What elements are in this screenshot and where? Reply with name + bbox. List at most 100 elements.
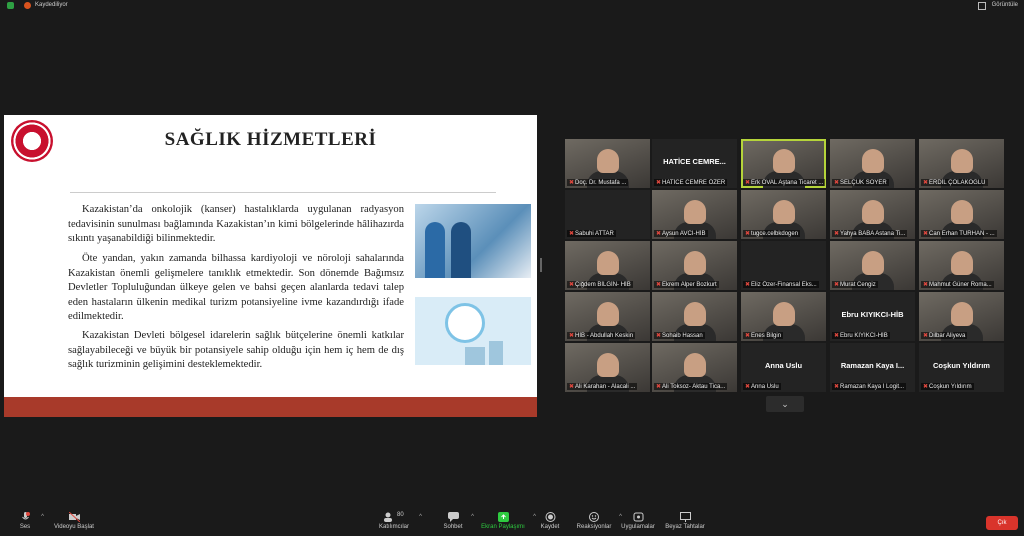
muted-mic-icon: ✖ xyxy=(745,282,751,288)
participant-tile[interactable]: ✖ERDİL ÇOLAKOĞLU xyxy=(919,139,1004,188)
participant-tile[interactable]: ✖tugce.celbkdogen xyxy=(741,190,826,239)
audio-label: Ses xyxy=(19,524,31,530)
audio-options-caret[interactable]: ^ xyxy=(41,514,44,520)
participant-name: Coşkun Yıldırım xyxy=(929,384,972,390)
apps-button[interactable]: Uygulamalar xyxy=(620,512,656,536)
participant-tile[interactable]: ✖Enes Bilgin xyxy=(741,292,826,341)
participant-tile[interactable]: ✖Erk OVAL Aştana Ticaret ... xyxy=(741,139,826,188)
participant-video xyxy=(597,251,619,275)
record-button[interactable]: Kaydet xyxy=(538,512,562,536)
participants-options-caret[interactable]: ^ xyxy=(419,514,422,520)
slide-footer-band xyxy=(4,397,537,417)
participant-tile[interactable]: ✖Çiğdem BİLGİN- HİB xyxy=(565,241,650,290)
video-label: Videoyu Başlat xyxy=(54,524,94,530)
participant-tile[interactable]: Ebru KIYIKCI-HİB ✖Ebru KIYIKCI-HİB xyxy=(830,292,915,341)
recording-label: Kaydediliyor xyxy=(35,2,68,8)
audio-button[interactable]: Ses ^ xyxy=(16,512,44,536)
healthcare-illustration xyxy=(415,297,531,365)
start-video-button[interactable]: Videoyu Başlat xyxy=(52,512,96,536)
shield-icon[interactable] xyxy=(7,2,14,9)
chat-button[interactable]: Sohbet ^ xyxy=(442,512,474,536)
participant-name-caption: ✖Mahmut Güner Roma... xyxy=(921,281,994,288)
chevron-down-icon[interactable]: ⌄ xyxy=(766,396,804,412)
view-icon[interactable] xyxy=(978,2,986,10)
muted-mic-icon: ✖ xyxy=(656,231,662,237)
participant-tile[interactable]: ✖Sabuhi ATTAR xyxy=(565,190,650,239)
participant-tile[interactable]: ✖Sohaib Hassan xyxy=(652,292,737,341)
participant-name-caption: ✖Sohaib Hassan xyxy=(654,332,705,339)
view-button[interactable]: Görüntüle xyxy=(992,2,1018,8)
participant-name: Ebru KIYIKCI-HİB xyxy=(840,333,888,339)
participant-name-caption: ✖Doç. Dr. Mustafa ... xyxy=(567,179,629,186)
reactions-button[interactable]: Reaksiyonlar ^ xyxy=(576,512,622,536)
participant-name-caption: ✖Can Erhan TURHAN - ... xyxy=(921,230,997,237)
participant-name: Çiğdem BİLGİN- HİB xyxy=(575,282,631,288)
participant-name: Erk OVAL Aştana Ticaret ... xyxy=(751,180,824,186)
participant-name: Mahmut Güner Roma... xyxy=(929,282,992,288)
participant-name-caption: ✖SELÇUK SOYER xyxy=(832,179,889,186)
slide-paragraph-1: Kazakistan’da onkolojik (kanser) hastalı… xyxy=(68,204,404,244)
muted-mic-icon: ✖ xyxy=(569,282,575,288)
muted-mic-icon: ✖ xyxy=(569,333,575,339)
participant-tile[interactable]: Ramazan Kaya I... ✖Ramazan Kaya I Logit..… xyxy=(830,343,915,392)
slide-paragraph-2: Öte yandan, yakın zamanda bilhassa kardi… xyxy=(68,253,404,322)
participant-name: Ramazan Kaya I Logit... xyxy=(840,384,905,390)
video-off-icon xyxy=(68,512,80,522)
participant-tile[interactable]: ✖Doç. Dr. Mustafa ... xyxy=(565,139,650,188)
muted-mic-icon: ✖ xyxy=(745,384,751,390)
participant-name: Doç. Dr. Mustafa ... xyxy=(575,180,627,186)
participant-name-caption: ✖Ali Karahan - Alacali ... xyxy=(567,383,638,390)
leave-button[interactable]: Çık xyxy=(986,516,1018,530)
participant-tile[interactable]: ✖Murat Cengiz xyxy=(830,241,915,290)
slide-paragraph-3: Kazakistan Devleti bölgesel idarelerin s… xyxy=(68,330,404,370)
participant-name-caption: ✖Murat Cengiz xyxy=(832,281,878,288)
record-icon xyxy=(545,512,555,522)
chat-label: Sohbet xyxy=(443,524,463,530)
participant-tile[interactable]: ✖SELÇUK SOYER xyxy=(830,139,915,188)
participant-tile[interactable]: ✖Ekrem Alper Bozkurt xyxy=(652,241,737,290)
chat-icon xyxy=(447,512,459,522)
participant-tile[interactable]: Coşkun Yıldırım ✖Coşkun Yıldırım xyxy=(919,343,1004,392)
participant-name: Aysun AVCI-HİB xyxy=(662,231,706,237)
participants-button[interactable]: 80 Katılımcılar ^ xyxy=(376,512,422,536)
participant-name: HİB - Abdullah Keskin xyxy=(575,333,634,339)
whiteboard-icon xyxy=(679,512,691,522)
whiteboard-button[interactable]: Beyaz Tahtalar xyxy=(664,512,706,536)
muted-mic-icon: ✖ xyxy=(656,384,662,390)
participant-name: Eliz Özer-Finansal Eks... xyxy=(751,282,817,288)
share-options-caret[interactable]: ^ xyxy=(533,514,536,520)
participant-tile[interactable]: ✖Can Erhan TURHAN - ... xyxy=(919,190,1004,239)
muted-mic-icon: ✖ xyxy=(923,180,929,186)
muted-mic-icon: ✖ xyxy=(923,231,929,237)
participant-display-name: HATİCE CEMRE... xyxy=(663,157,726,166)
muted-mic-icon: ✖ xyxy=(834,384,840,390)
share-screen-button[interactable]: Ekran Paylaşımı ^ xyxy=(480,512,536,536)
participant-display-name: Anna Uslu xyxy=(764,361,803,370)
participant-tile[interactable]: ✖Yahya BABA Astana Ti... xyxy=(830,190,915,239)
participant-tile[interactable]: ✖Ali Karahan - Alacali ... xyxy=(565,343,650,392)
muted-mic-icon: ✖ xyxy=(656,282,662,288)
participant-name: Enes Bilgin xyxy=(751,333,782,339)
microphone-icon xyxy=(21,512,30,520)
participant-tile[interactable]: ✖Ali Toksoz- Aktau Tica... xyxy=(652,343,737,392)
participant-video xyxy=(597,353,619,377)
participant-tile[interactable]: ✖Aysun AVCI-HİB xyxy=(652,190,737,239)
participant-name-caption: ✖HİB - Abdullah Keskin xyxy=(567,332,636,339)
participant-tile[interactable]: ✖HİB - Abdullah Keskin xyxy=(565,292,650,341)
participant-video xyxy=(597,302,619,326)
participant-video xyxy=(951,149,973,173)
participant-name: Murat Cengiz xyxy=(840,282,876,288)
participant-tile[interactable]: HATİCE CEMRE... ✖HATİCE CEMRE ÖZER xyxy=(652,139,737,188)
participant-name-caption: ✖Erk OVAL Aştana Ticaret ... xyxy=(743,179,826,186)
muted-mic-icon: ✖ xyxy=(656,180,662,186)
chat-options-caret[interactable]: ^ xyxy=(471,514,474,520)
participant-tile[interactable]: ✖Dilbar Aliyeva xyxy=(919,292,1004,341)
participant-tile[interactable]: ✖Eliz Özer-Finansal Eks... xyxy=(741,241,826,290)
participant-name: Ali Toksoz- Aktau Tica... xyxy=(662,384,726,390)
muted-mic-icon: ✖ xyxy=(834,282,840,288)
split-handle[interactable] xyxy=(540,258,542,272)
medical-staff-image xyxy=(415,204,531,278)
participant-tile[interactable]: Anna Uslu ✖Anna Uslu xyxy=(741,343,826,392)
shared-screen-slide: SAĞLIK HİZMETLERİ Kazakistan’da onkoloji… xyxy=(4,115,537,417)
participant-tile[interactable]: ✖Mahmut Güner Roma... xyxy=(919,241,1004,290)
